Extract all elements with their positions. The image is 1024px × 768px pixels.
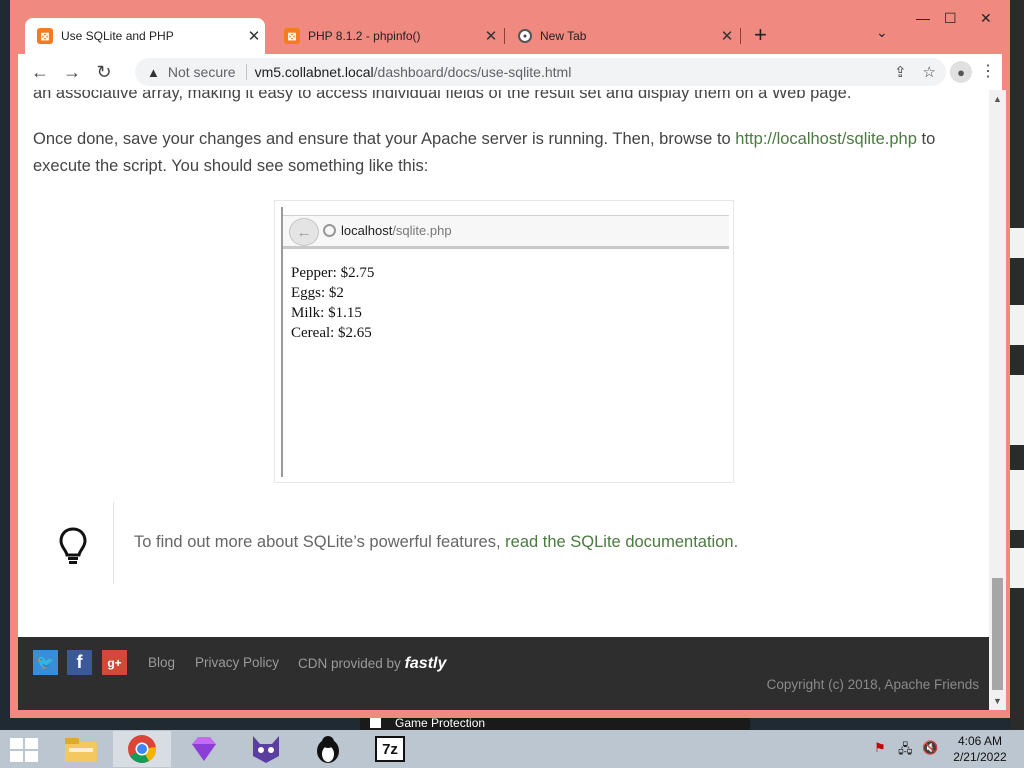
maximize-icon[interactable]: ☐ (944, 10, 957, 27)
7zip-label: 7z (375, 736, 405, 762)
chrome-icon[interactable] (113, 731, 171, 767)
chrome-icon: ● (518, 29, 532, 43)
xampp-icon: ⊠ (284, 28, 300, 44)
tab-divider (740, 28, 741, 44)
example-output-screenshot: ← localhost/sqlite.php Pepper: $2.75 Egg… (274, 200, 734, 483)
google-plus-icon[interactable]: g+ (102, 650, 127, 675)
windows-start-icon[interactable] (10, 738, 38, 762)
close-tab-icon[interactable]: ✕ (716, 27, 738, 45)
tab-label: New Tab (540, 29, 587, 43)
desktop-tile (1010, 470, 1024, 530)
instructions-paragraph: Once done, save your changes and ensure … (33, 126, 978, 180)
tab-new-tab[interactable]: ● New Tab ✕ (506, 18, 738, 54)
new-tab-button[interactable]: + (754, 22, 767, 48)
desktop-tile (1010, 548, 1024, 588)
blog-link[interactable]: Blog (148, 655, 175, 670)
url-host: vm5.collabnet.local (254, 64, 374, 80)
bookmark-star-icon[interactable]: ☆ (923, 63, 936, 81)
tab-phpinfo[interactable]: ⊠ PHP 8.1.2 - phpinfo() ✕ (272, 18, 502, 54)
network-icon[interactable]: 🖧 (898, 740, 913, 762)
screenshot-output: Pepper: $2.75 Eggs: $2 Milk: $1.15 Cerea… (291, 263, 374, 343)
reload-icon[interactable]: ↻ (88, 62, 120, 83)
output-line: Eggs: $2 (291, 285, 344, 301)
tip-text-after: . (733, 533, 739, 551)
privacy-policy-link[interactable]: Privacy Policy (195, 655, 279, 670)
screenshot-url-path: /sqlite.php (392, 223, 452, 238)
file-explorer-icon[interactable] (52, 731, 110, 767)
system-clock[interactable]: 4:06 AM 2/21/2022 (950, 733, 1010, 765)
checkbox[interactable] (370, 717, 381, 728)
minimize-icon[interactable]: — (916, 10, 930, 26)
security-label: Not secure (167, 64, 236, 80)
forward-arrow-icon[interactable]: → (56, 62, 88, 83)
desktop-tile (1010, 305, 1024, 345)
tab-label: PHP 8.1.2 - phpinfo() (308, 29, 421, 43)
clock-date: 2/21/2022 (953, 750, 1007, 764)
output-line: Cereal: $2.65 (291, 325, 372, 341)
xampp-icon: ⊠ (37, 28, 53, 44)
gem-icon[interactable] (175, 731, 233, 767)
cdn-text: CDN provided by (298, 656, 401, 671)
sqlite-docs-link[interactable]: read the SQLite documentation (505, 533, 733, 551)
volume-muted-icon[interactable]: 🔇 (922, 740, 938, 756)
share-icon[interactable]: ⇪ (894, 63, 907, 81)
output-line: Milk: $1.15 (291, 305, 362, 321)
page-scrollbar[interactable]: ▲ ▼ (989, 90, 1006, 710)
tab-label: Use SQLite and PHP (61, 29, 174, 43)
penguin-icon[interactable] (299, 731, 357, 767)
close-tab-icon[interactable]: ✕ (480, 27, 502, 45)
windows-taskbar: 7z ⚑ 🖧 🔇 4:06 AM 2/21/2022 (0, 730, 1024, 768)
copyright-text: Copyright (c) 2018, Apache Friends (766, 677, 979, 692)
page-footer: 🐦 f g+ Blog Privacy Policy CDN provided … (18, 637, 989, 710)
tab-use-sqlite[interactable]: ⊠ Use SQLite and PHP ✕ (25, 18, 265, 54)
top-text-line: an associative array, making it easy to … (33, 90, 852, 102)
screenshot-address-bar: ← localhost/sqlite.php (283, 215, 729, 249)
tab-divider (504, 28, 505, 44)
back-arrow-icon[interactable]: ← (24, 62, 56, 83)
menu-kebab-icon[interactable]: ⋮ (980, 61, 996, 81)
browser-toolbar: ← → ↻ ▲ Not secure vm5.collabnet.local/d… (18, 54, 1002, 90)
page-content: an associative array, making it easy to … (18, 90, 989, 710)
close-tab-icon[interactable]: ✕ (243, 27, 265, 45)
twitter-icon[interactable]: 🐦 (33, 650, 58, 675)
localhost-link[interactable]: http://localhost/sqlite.php (735, 130, 917, 148)
tip-text-before: To find out more about SQLite’s powerful… (134, 533, 506, 551)
profile-avatar-icon[interactable]: ● (950, 61, 972, 83)
clock-time: 4:06 AM (957, 734, 1003, 748)
tip-callout: To find out more about SQLite’s powerful… (58, 502, 978, 584)
screenshot-url-host: localhost (341, 223, 393, 238)
desktop-tile (1010, 228, 1024, 258)
globe-icon (323, 224, 336, 237)
para-text-before: Once done, save your changes and ensure … (33, 130, 736, 148)
warning-icon: ▲ (147, 64, 160, 80)
scrollbar-thumb[interactable] (992, 578, 1003, 690)
desktop-tile (1010, 375, 1024, 445)
url-path: /dashboard/docs/use-sqlite.html (373, 64, 572, 80)
scroll-up-icon[interactable]: ▲ (993, 94, 1002, 104)
game-protection-label: Game Protection (395, 716, 486, 730)
lightbulb-icon (59, 527, 87, 564)
7zip-icon[interactable]: 7z (361, 731, 419, 767)
tip-divider (113, 502, 114, 584)
tab-strip: ⊠ Use SQLite and PHP ✕ ⊠ PHP 8.1.2 - php… (10, 0, 1010, 54)
flag-alert-icon[interactable]: ⚑ (874, 740, 886, 756)
address-bar[interactable]: ▲ Not secure vm5.collabnet.local/dashboa… (135, 58, 946, 86)
cdn-credit[interactable]: CDN provided by fastly (298, 655, 446, 673)
cat-icon[interactable] (237, 731, 295, 767)
browser-window: ⊠ Use SQLite and PHP ✕ ⊠ PHP 8.1.2 - php… (10, 0, 1010, 718)
tab-search-chevron-icon[interactable]: ⌄ (876, 24, 888, 41)
output-line: Pepper: $2.75 (291, 265, 375, 281)
scroll-down-icon[interactable]: ▼ (993, 696, 1002, 706)
address-divider (245, 64, 247, 80)
close-window-icon[interactable]: ✕ (980, 10, 992, 27)
tip-text: To find out more about SQLite’s powerful… (134, 533, 738, 552)
facebook-icon[interactable]: f (67, 650, 92, 675)
desktop-background (1010, 0, 1024, 730)
back-arrow-icon: ← (289, 218, 319, 246)
fastly-logo: fastly (404, 655, 447, 672)
